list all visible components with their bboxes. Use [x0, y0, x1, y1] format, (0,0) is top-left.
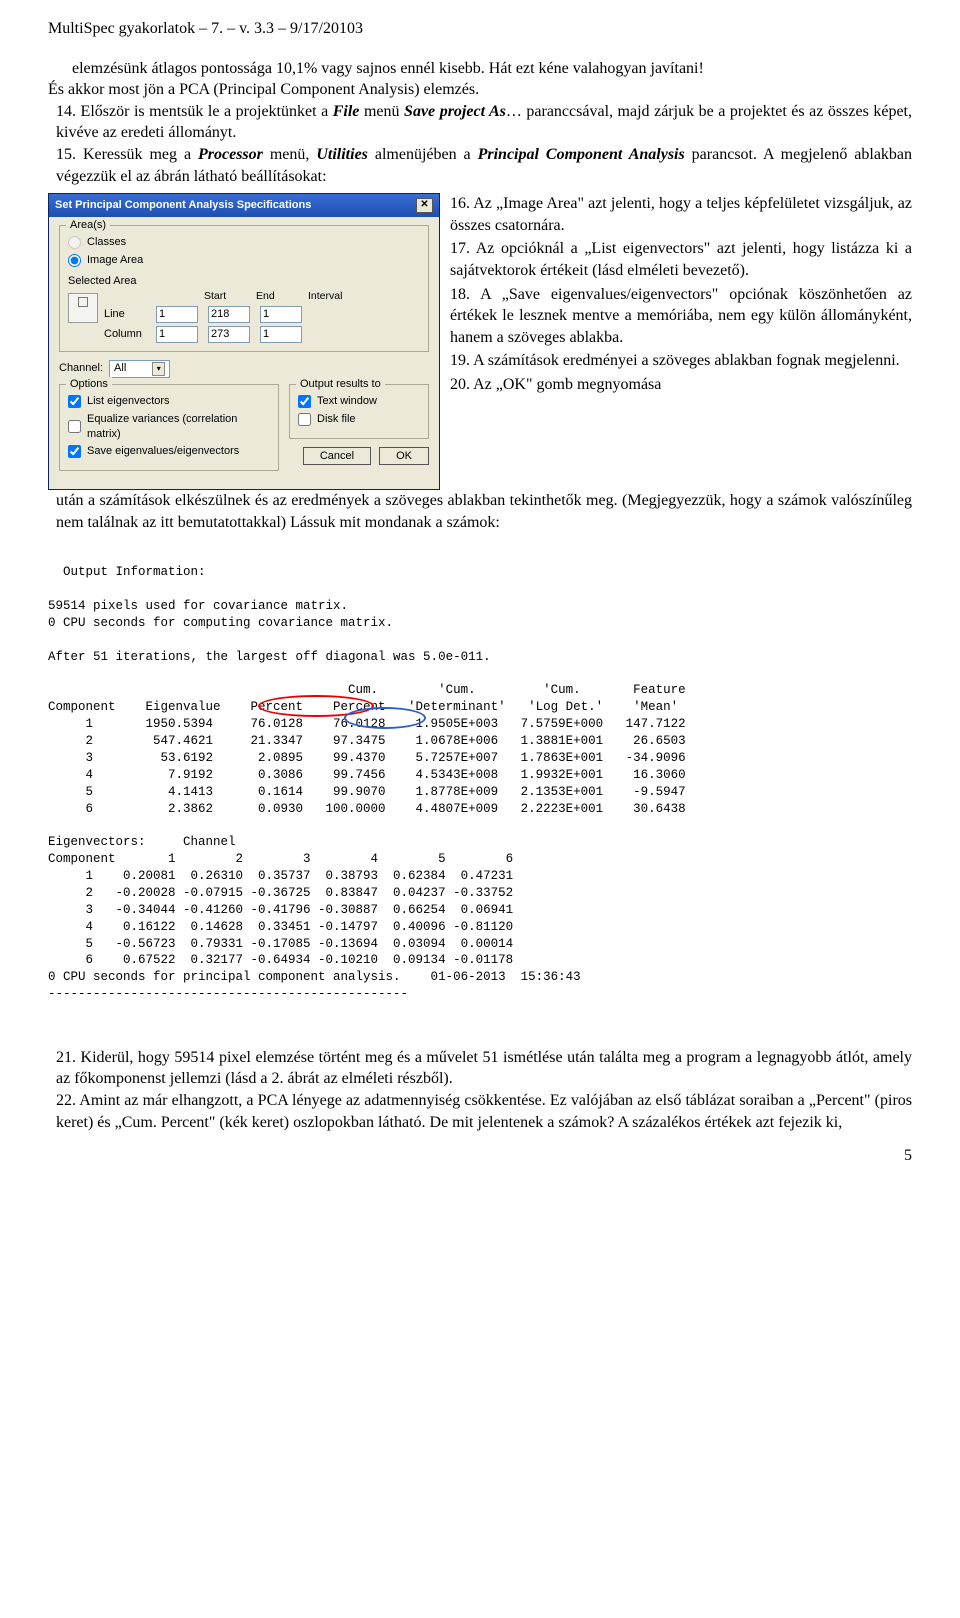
step-21: 21. Kiderül, hogy 59514 pixel elemzése t…: [56, 1047, 912, 1090]
radio-image-area[interactable]: Image Area: [68, 253, 420, 268]
col-interval-input[interactable]: [260, 326, 302, 343]
check-disk-file[interactable]: Disk file: [298, 412, 420, 427]
text: menü: [359, 103, 404, 120]
col-start: Start: [204, 289, 252, 303]
selected-area-label: Selected Area: [68, 274, 420, 289]
label: Equalize variances (correlation matrix): [87, 412, 270, 442]
line-start-input[interactable]: [156, 306, 198, 323]
em-file: File: [333, 103, 360, 120]
output-group: Output results to Text window Disk file: [289, 384, 429, 439]
column-label: Column: [104, 327, 152, 342]
text: 14. Először is mentsük le a projektünket…: [56, 103, 333, 120]
chevron-down-icon: ▾: [152, 362, 165, 376]
em-utilities: Utilities: [316, 146, 368, 163]
channel-label: Channel:: [59, 361, 103, 376]
step-22: 22. Amint az már elhangzott, a PCA lénye…: [56, 1090, 912, 1133]
label: Save eigenvalues/eigenvectors: [87, 444, 239, 459]
check-list-eigenvectors[interactable]: List eigenvectors: [68, 394, 270, 409]
page-number: 5: [48, 1145, 912, 1167]
step-20a: 20. Az „OK" gomb megnyomása: [450, 374, 912, 396]
pca-dialog: Set Principal Component Analysis Specifi…: [48, 193, 440, 490]
radio-classes[interactable]: Classes: [68, 235, 420, 250]
ok-button[interactable]: OK: [379, 447, 429, 465]
label: Disk file: [317, 412, 356, 427]
em-pca: Principal Component Analysis: [478, 146, 685, 163]
check-save-eigen[interactable]: Save eigenvalues/eigenvectors: [68, 444, 270, 459]
dialog-title: Set Principal Component Analysis Specifi…: [55, 198, 311, 213]
label: List eigenvectors: [87, 394, 170, 409]
step-16: 16. Az „Image Area" azt jelenti, hogy a …: [450, 193, 912, 236]
output-text-block: Output Information: 59514 pixels used fo…: [48, 547, 912, 1036]
line-end-input[interactable]: [208, 306, 250, 323]
step-15: 15. Keressük meg a Processor menü, Utili…: [56, 144, 912, 187]
options-label: Options: [66, 377, 112, 392]
dialog-titlebar: Set Principal Component Analysis Specifi…: [49, 194, 439, 217]
col-end-input[interactable]: [208, 326, 250, 343]
doc-header: MultiSpec gyakorlatok – 7. – v. 3.3 – 9/…: [48, 18, 912, 40]
text: almenüjében a: [368, 146, 478, 163]
para-intro-1: elemzésünk átlagos pontossága 10,1% vagy…: [48, 58, 912, 80]
cancel-button[interactable]: Cancel: [303, 447, 371, 465]
close-icon[interactable]: ✕: [416, 198, 433, 213]
em-processor: Processor: [198, 146, 263, 163]
text: 15. Keressük meg a: [56, 146, 198, 163]
output-pre: Output Information: 59514 pixels used fo…: [48, 565, 686, 1001]
label: Classes: [87, 235, 126, 250]
col-start-input[interactable]: [156, 326, 198, 343]
para-intro-2: És akkor most jön a PCA (Principal Compo…: [48, 79, 912, 101]
col-end: End: [256, 289, 304, 303]
col-interval: Interval: [308, 289, 356, 303]
step-14: 14. Először is mentsük le a projektünket…: [56, 101, 912, 144]
label: Image Area: [87, 253, 143, 268]
channel-dropdown[interactable]: All ▾: [109, 360, 170, 378]
line-interval-input[interactable]: [260, 306, 302, 323]
em-save: Save project As: [404, 103, 506, 120]
line-label: Line: [104, 307, 152, 322]
step-18: 18. A „Save eigenvalues/eigenvectors" op…: [450, 284, 912, 349]
step-19: 19. A számítások eredményei a szöveges a…: [450, 350, 912, 372]
options-group: Options List eigenvectors Equalize varia…: [59, 384, 279, 471]
text: menü,: [263, 146, 316, 163]
label: Text window: [317, 394, 377, 409]
step-20b: után a számítások elkészülnek és az ered…: [56, 490, 912, 533]
check-text-window[interactable]: Text window: [298, 394, 420, 409]
areas-label: Area(s): [66, 218, 110, 233]
step-17: 17. Az opcióknál a „List eigenvectors" a…: [450, 238, 912, 281]
areas-group: Area(s) Classes Image Area Selected Area…: [59, 225, 429, 352]
area-preview-icon[interactable]: [68, 293, 98, 323]
output-label: Output results to: [296, 377, 385, 392]
check-equalize-variances[interactable]: Equalize variances (correlation matrix): [68, 412, 270, 442]
channel-value: All: [114, 361, 126, 376]
